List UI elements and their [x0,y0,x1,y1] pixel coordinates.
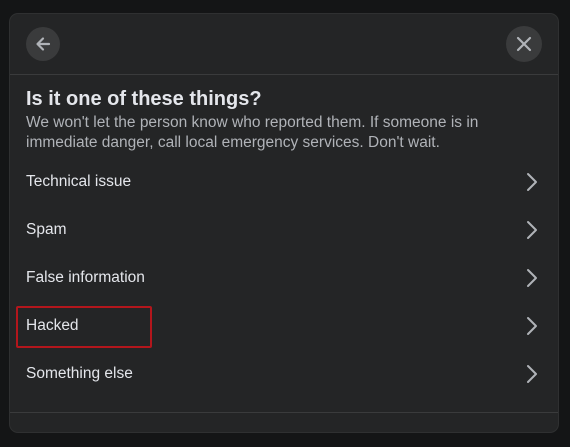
back-button[interactable] [26,27,60,61]
dialog-footer-divider [10,412,558,413]
chevron-right-icon [527,317,537,335]
close-icon [516,36,532,52]
option-label: False information [26,269,145,286]
option-technical-issue[interactable]: Technical issue [10,158,558,206]
report-dialog: Is it one of these things? We won't let … [10,14,558,432]
close-button[interactable] [506,26,542,62]
chevron-right-icon [527,269,537,287]
arrow-left-icon [36,37,51,51]
option-label: Hacked [26,317,79,334]
option-label: Something else [26,365,133,382]
option-false-information[interactable]: False information [10,254,558,302]
option-label: Spam [26,221,67,238]
dialog-header [10,14,558,75]
report-options-list: Technical issue Spam False information H… [10,158,558,398]
option-hacked[interactable]: Hacked [10,302,558,350]
dialog-body: Is it one of these things? We won't let … [26,86,546,153]
dialog-title: Is it one of these things? [26,88,262,110]
option-spam[interactable]: Spam [10,206,558,254]
chevron-right-icon [527,173,537,191]
chevron-right-icon [527,221,537,239]
dialog-subtitle: We won't let the person know who reporte… [26,114,479,151]
option-something-else[interactable]: Something else [10,350,558,398]
option-label: Technical issue [26,173,132,190]
chevron-right-icon [527,365,537,383]
